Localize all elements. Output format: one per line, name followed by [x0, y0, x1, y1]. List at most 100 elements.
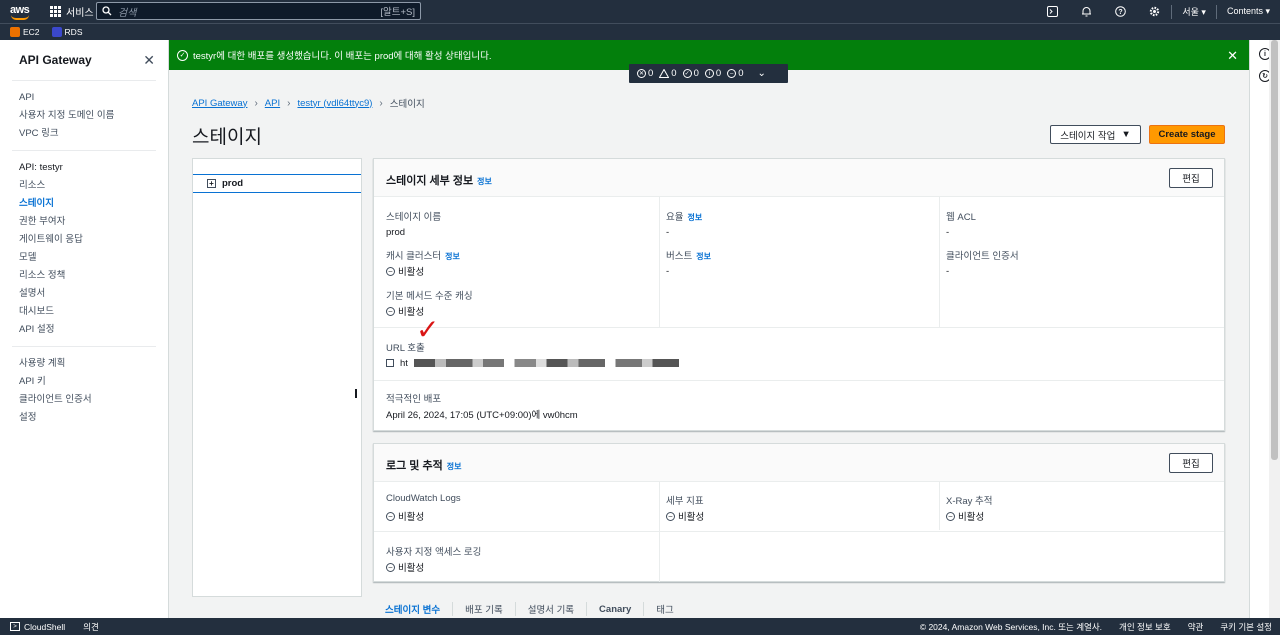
- breadcrumb-api[interactable]: API: [265, 98, 280, 109]
- invoke-url[interactable]: ht: [386, 356, 679, 370]
- info-count-value: 0: [715, 68, 722, 79]
- stage-actions-button[interactable]: 스테이지 작업 ▼: [1050, 125, 1141, 144]
- side-navigation: API Gateway ✕ API 사용자 지정 도메인 이름 VPC 링크 A…: [0, 40, 169, 618]
- help-icon[interactable]: ?: [1103, 0, 1137, 23]
- field-rate: 요율 정보 -: [666, 209, 702, 239]
- field-label-text: 버스트: [666, 251, 693, 262]
- create-stage-button[interactable]: Create stage: [1149, 125, 1225, 144]
- favorite-rds[interactable]: RDS: [51, 27, 83, 37]
- tab-documentation-history[interactable]: 설명서 기록: [516, 602, 588, 616]
- sidebar-item-api-keys[interactable]: API 키: [19, 373, 149, 391]
- search-icon: [102, 6, 112, 16]
- flash-message: testyr에 대한 배포를 생성했습니다. 이 배포는 prod에 대해 활성…: [193, 51, 492, 62]
- search-input[interactable]: 검색 [알트+S]: [96, 2, 421, 20]
- rds-icon: [51, 27, 62, 37]
- field-label: 캐시 클러스터 정보: [386, 248, 460, 262]
- scrollbar[interactable]: [1269, 40, 1280, 618]
- sidebar-item-client-certificates[interactable]: 클라이언트 인증서: [19, 391, 149, 409]
- favorite-ec2[interactable]: EC2: [10, 27, 40, 37]
- tree-item-prod[interactable]: + prod: [193, 174, 361, 193]
- expand-icon[interactable]: +: [207, 179, 216, 188]
- privacy-link[interactable]: 개인 정보 보호: [1119, 621, 1171, 633]
- top-navigation: aws 서비스 검색 [알트+S] ? 서울 ▾ Contents ▾: [0, 0, 1280, 23]
- split-panel-resizer[interactable]: [355, 389, 357, 398]
- aws-smile-icon: [11, 15, 29, 20]
- inactive-icon: –: [386, 511, 395, 521]
- breadcrumb-current: 스테이지: [389, 99, 425, 110]
- panel-title-text: 스테이지 세부 정보: [386, 175, 474, 187]
- field-xray-tracing: X-Ray 추적 – 비활성: [946, 493, 993, 523]
- cloudshell-icon: >: [10, 622, 20, 631]
- sidebar-item-stages[interactable]: 스테이지: [19, 195, 149, 213]
- success-count: ✓ 0: [682, 68, 699, 79]
- settings-icon[interactable]: [1137, 0, 1171, 23]
- sidebar-item-documentation[interactable]: 설명서: [19, 285, 149, 303]
- page-title: 스테이지: [192, 127, 262, 148]
- bell-icon[interactable]: [1069, 0, 1103, 23]
- tab-tags[interactable]: 태그: [644, 602, 685, 616]
- sidebar-item-usage-plans[interactable]: 사용량 계획: [19, 355, 149, 373]
- caret-down-icon: ▼: [1121, 129, 1131, 140]
- close-icon[interactable]: ✕: [1227, 48, 1238, 64]
- logs-tracing-panel: 로그 및 추적 정보 편집 CloudWatch Logs – 비활성 세부 지표 …: [373, 443, 1225, 582]
- close-icon[interactable]: ✕: [143, 52, 155, 69]
- redacted-url: [413, 359, 679, 367]
- inactive-icon: –: [386, 306, 395, 316]
- field-web-acl: 웹 ACL -: [946, 209, 976, 239]
- breadcrumb-api-gateway[interactable]: API Gateway: [192, 98, 247, 109]
- aws-logo[interactable]: aws: [10, 2, 40, 22]
- tab-canary[interactable]: Canary: [587, 602, 645, 616]
- divider: [939, 197, 940, 327]
- info-link[interactable]: 정보: [687, 213, 702, 222]
- edit-button[interactable]: 편집: [1169, 168, 1213, 188]
- sidebar-item-custom-domains[interactable]: 사용자 지정 도메인 이름: [19, 107, 149, 125]
- info-link[interactable]: 정보: [445, 252, 460, 261]
- feedback-link[interactable]: 의견: [83, 621, 99, 633]
- sidebar-title[interactable]: API Gateway: [19, 53, 92, 67]
- sidebar-item-gateway-responses[interactable]: 게이트웨이 응답: [19, 231, 149, 249]
- in-progress-icon: –: [727, 69, 737, 78]
- sidebar-item-dashboard[interactable]: 대시보드: [19, 303, 149, 321]
- field-label: X-Ray 추적: [946, 496, 993, 507]
- field-value: -: [946, 265, 950, 277]
- cookie-preferences-link[interactable]: 쿠키 기본 설정: [1220, 621, 1272, 633]
- tab-stage-variables[interactable]: 스테이지 변수: [373, 602, 454, 616]
- sidebar-item-models[interactable]: 모델: [19, 249, 149, 267]
- sidebar-item-settings[interactable]: 설정: [19, 409, 149, 427]
- chevron-right-icon: ›: [379, 97, 383, 109]
- field-label-text: 요율: [666, 212, 684, 223]
- info-link[interactable]: 정보: [477, 177, 492, 186]
- sidebar-item-api[interactable]: API: [19, 89, 149, 107]
- field-value: -: [946, 226, 950, 238]
- field-value-text: 비활성: [678, 512, 705, 523]
- info-link[interactable]: 정보: [696, 252, 711, 261]
- inactive-icon: –: [946, 511, 955, 521]
- notification-counter[interactable]: ✕ 0 0 ✓ 0 i0 –0 ⌄: [629, 64, 788, 83]
- success-icon: ✓: [682, 69, 692, 78]
- info-link[interactable]: 정보: [447, 462, 462, 471]
- chevron-down-icon[interactable]: ⌄: [757, 68, 765, 79]
- terms-link[interactable]: 약관: [1188, 621, 1204, 633]
- sidebar-item-resource-policy[interactable]: 리소스 정책: [19, 267, 149, 285]
- divider: [659, 197, 660, 327]
- copy-icon[interactable]: [386, 359, 394, 367]
- breadcrumb-testyr[interactable]: testyr (vdl64ttyc9): [297, 98, 372, 109]
- account-menu[interactable]: Contents ▾: [1217, 6, 1280, 17]
- chevron-right-icon: ›: [287, 97, 291, 109]
- divider: [374, 327, 1224, 328]
- services-label: 서비스: [66, 8, 94, 19]
- favorites-bar: EC2 RDS: [0, 23, 1280, 40]
- cloudshell-button[interactable]: > CloudShell: [10, 622, 65, 632]
- region-selector[interactable]: 서울 ▾: [1172, 5, 1216, 18]
- favorite-label: EC2: [23, 27, 40, 37]
- tab-deployment-history[interactable]: 배포 기록: [453, 602, 516, 616]
- edit-button[interactable]: 편집: [1169, 453, 1213, 473]
- panel-title: 스테이지 세부 정보 정보: [386, 172, 492, 188]
- sidebar-item-vpc-links[interactable]: VPC 링크: [19, 125, 149, 143]
- sidebar-item-resources[interactable]: 리소스: [19, 177, 149, 195]
- sidebar-item-api-settings[interactable]: API 설정: [19, 321, 149, 339]
- cloudshell-icon[interactable]: [1035, 0, 1069, 23]
- services-menu-button[interactable]: 서비스: [50, 4, 94, 19]
- sidebar-item-authorizers[interactable]: 권한 부여자: [19, 213, 149, 231]
- scrollbar-thumb[interactable]: [1271, 40, 1278, 460]
